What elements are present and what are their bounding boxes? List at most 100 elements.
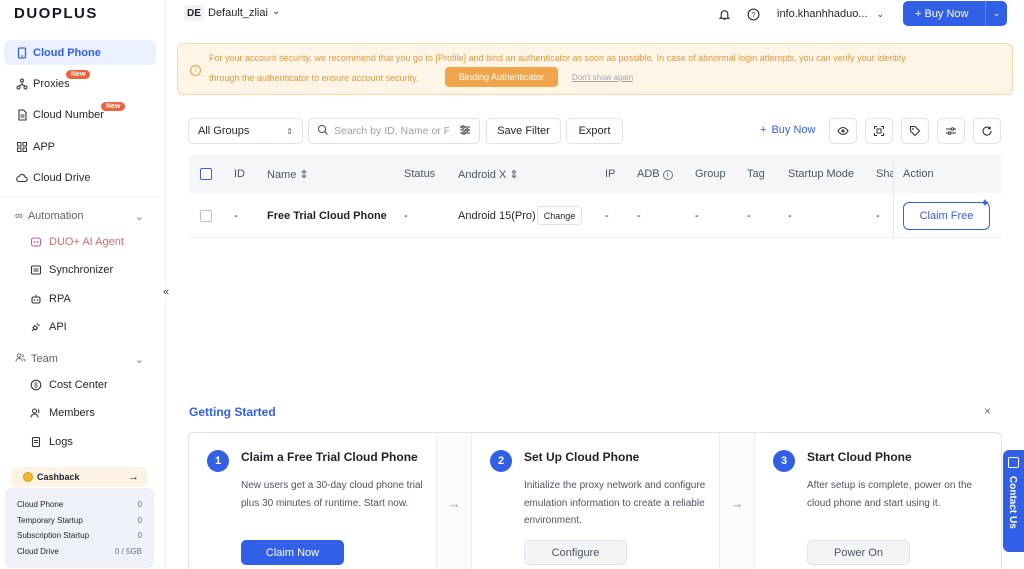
close-icon[interactable]: × bbox=[984, 404, 991, 418]
infinity-icon: ∞ bbox=[15, 210, 23, 222]
grid-icon bbox=[15, 140, 28, 153]
search-icon bbox=[317, 124, 329, 139]
usage-row: Temporary Startup 0 bbox=[17, 516, 142, 525]
workspace-badge: DE bbox=[184, 5, 204, 21]
notice-text: through the authenticator to ensure acco… bbox=[209, 73, 419, 83]
sidebar-item-synchronizer[interactable]: Synchronizer bbox=[20, 259, 156, 281]
cell-name: Free Trial Cloud Phone bbox=[267, 210, 387, 222]
column-header-name[interactable]: Name ⇕ bbox=[267, 168, 309, 181]
getting-started-title: Getting Started bbox=[189, 405, 276, 419]
coin-icon bbox=[23, 472, 33, 482]
robot-icon bbox=[30, 293, 43, 305]
cashback-label: Cashback bbox=[37, 472, 80, 482]
usage-row: Cloud Phone 0 bbox=[17, 500, 142, 509]
column-header-android[interactable]: Android X ⇕ bbox=[458, 168, 519, 181]
automation-group-label: Automation bbox=[27, 210, 84, 222]
eye-icon[interactable] bbox=[829, 118, 857, 144]
duoplus-logo[interactable]: DUOPLUS bbox=[14, 5, 98, 22]
contact-us-label: Contact Us bbox=[1007, 476, 1018, 529]
export-button[interactable]: Export bbox=[566, 118, 623, 144]
claim-free-button[interactable]: Claim Free bbox=[903, 202, 990, 230]
usage-row: Cloud Drive 0 / 5GB bbox=[17, 547, 142, 556]
logs-icon bbox=[30, 436, 43, 448]
team-icon bbox=[15, 352, 26, 366]
column-header: Tag bbox=[747, 168, 765, 180]
claim-now-button[interactable]: Claim Now bbox=[241, 540, 344, 565]
sidebar-item-cloud-drive[interactable]: Cloud Drive bbox=[4, 165, 156, 190]
sidebar-item-api[interactable]: API bbox=[20, 316, 156, 338]
workspace-name[interactable]: Default_zliai bbox=[208, 7, 268, 19]
chat-icon bbox=[1008, 457, 1019, 468]
power-on-button[interactable]: Power On bbox=[807, 540, 910, 565]
sidebar-item-rpa[interactable]: RPA bbox=[20, 288, 156, 310]
step-card: 3 Start Cloud Phone After setup is compl… bbox=[755, 433, 1002, 569]
chevron-down-icon[interactable]: ⌄ bbox=[272, 6, 280, 17]
search-input[interactable]: Search by ID, Name or P bbox=[308, 118, 480, 144]
configure-button[interactable]: Configure bbox=[524, 540, 627, 565]
sidebar-item-label: Proxies bbox=[33, 77, 70, 90]
buy-now-button[interactable]: + Buy Now ⌄ bbox=[903, 1, 1007, 26]
step-title: Start Cloud Phone bbox=[807, 450, 912, 464]
security-notice: ! For your account security, we recommen… bbox=[177, 43, 1013, 95]
warning-icon: ! bbox=[190, 65, 201, 76]
chevron-down-icon[interactable]: ⌄ bbox=[985, 1, 1007, 26]
column-header: ID bbox=[234, 168, 245, 180]
select-all-checkbox[interactable] bbox=[200, 168, 212, 180]
collapse-sidebar-button[interactable]: « bbox=[159, 285, 173, 299]
group-select[interactable]: All Groups ⇕ bbox=[188, 118, 303, 144]
cell-adb: - bbox=[637, 210, 641, 222]
sidebar-item-app[interactable]: APP bbox=[4, 134, 156, 159]
usage-summary: Cloud Phone 0 Temporary Startup 0 Subscrip… bbox=[5, 488, 154, 568]
arrow-right-icon: → bbox=[128, 471, 139, 483]
cashback-banner[interactable]: Cashback → bbox=[11, 467, 147, 487]
team-group-header[interactable]: Team ⌄ bbox=[4, 349, 156, 369]
buy-now-link[interactable]: + Buy Now bbox=[760, 124, 815, 136]
tag-icon[interactable] bbox=[901, 118, 929, 144]
arrow-right-icon: → bbox=[719, 433, 755, 569]
settings-sliders-icon[interactable] bbox=[937, 118, 965, 144]
sidebar-item-logs[interactable]: Logs bbox=[20, 431, 156, 453]
sync-icon bbox=[30, 264, 43, 276]
filter-icon[interactable] bbox=[459, 124, 471, 139]
usage-value: 0 / 5GB bbox=[114, 547, 142, 556]
sidebar-item-label: DUO+ AI Agent bbox=[49, 236, 124, 248]
sidebar-item-label: Cloud Number bbox=[33, 108, 104, 121]
binding-authenticator-button[interactable]: Binding Authenticator bbox=[445, 67, 558, 87]
usage-label: Cloud Phone bbox=[17, 500, 64, 509]
usage-value: 0 bbox=[137, 516, 142, 525]
sidebar-item-ai-agent[interactable]: DUO+ AI Agent bbox=[20, 231, 156, 253]
step-card: 1 Claim a Free Trial Cloud Phone New use… bbox=[189, 433, 436, 569]
svg-text:?: ? bbox=[751, 10, 755, 19]
save-filter-button[interactable]: Save Filter bbox=[486, 118, 561, 144]
column-header-label: Name bbox=[267, 169, 297, 181]
sidebar-item-cloud-phone[interactable]: Cloud Phone bbox=[4, 40, 156, 65]
change-android-button[interactable]: Change bbox=[537, 206, 582, 225]
column-header-label: ADB bbox=[637, 168, 660, 180]
cell-startup-mode: - bbox=[788, 210, 792, 222]
dollar-icon: $ bbox=[30, 379, 43, 391]
refresh-icon[interactable] bbox=[973, 118, 1001, 144]
account-menu[interactable]: info.khanhhaduo... ⌄ bbox=[770, 4, 890, 24]
cell-android: Android 15(Pro) bbox=[458, 210, 536, 222]
usage-row: Subscription Startup 0 bbox=[17, 531, 142, 540]
automation-group-header[interactable]: ∞ Automation ⌄ bbox=[4, 206, 156, 226]
contact-us-tab[interactable]: Contact Us bbox=[1003, 450, 1024, 552]
help-icon[interactable]: ? bbox=[743, 4, 763, 24]
sidebar-item-members[interactable]: Members bbox=[20, 402, 156, 424]
dont-show-again-link[interactable]: Don't show again bbox=[572, 73, 633, 82]
table-header: ID Name ⇕ Status Android X ⇕ IP ADB i Gr… bbox=[189, 155, 1001, 193]
new-badge: New bbox=[66, 70, 91, 79]
bell-icon[interactable] bbox=[714, 4, 734, 24]
phone-icon bbox=[15, 46, 28, 59]
ai-agent-icon bbox=[30, 236, 43, 248]
scan-icon[interactable] bbox=[865, 118, 893, 144]
usage-label: Subscription Startup bbox=[17, 531, 90, 540]
action-column-divider bbox=[893, 155, 894, 239]
info-icon[interactable]: i bbox=[662, 170, 673, 180]
column-header: Action bbox=[903, 168, 934, 180]
sparkle-icon: ✦ bbox=[980, 196, 991, 210]
sidebar-item-cost-center[interactable]: $ Cost Center bbox=[20, 374, 156, 396]
plus-icon: + bbox=[760, 124, 767, 136]
sidebar-item-cloud-number[interactable]: Cloud Number bbox=[4, 102, 156, 127]
row-checkbox[interactable] bbox=[200, 210, 212, 222]
